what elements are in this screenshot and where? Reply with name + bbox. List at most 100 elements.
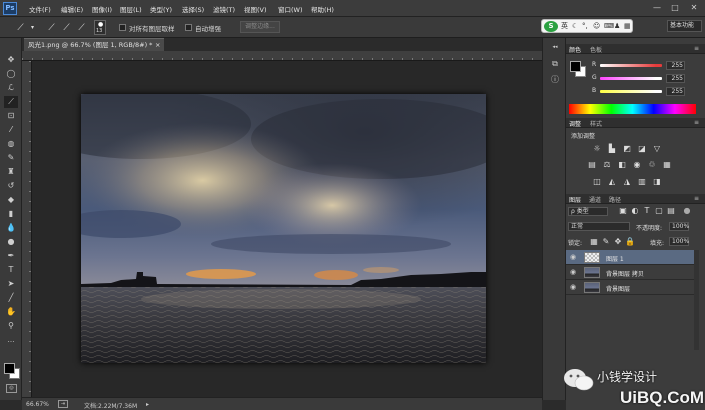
history-brush-tool-icon[interactable]: ↺ <box>4 180 18 192</box>
brightness-icon[interactable]: ☼ <box>592 144 602 154</box>
foreground-color-swatch[interactable] <box>4 363 15 374</box>
menu-select[interactable]: 选择(S) <box>182 4 204 14</box>
color-spectrum[interactable] <box>569 104 696 114</box>
tab-styles[interactable]: 样式 <box>590 119 602 128</box>
zoom-level[interactable]: 66.67% <box>26 401 49 408</box>
tab-channels[interactable]: 通道 <box>589 195 601 204</box>
dodge-tool-icon[interactable]: ● <box>4 236 18 248</box>
menu-image[interactable]: 图像(I) <box>92 4 112 14</box>
green-value[interactable]: 255 <box>666 74 685 83</box>
tool-preset-dropdown-icon[interactable]: ▾ <box>26 22 39 34</box>
tab-swatches[interactable]: 色板 <box>590 45 602 54</box>
filter-shape-icon[interactable]: ▢ <box>654 206 664 216</box>
vibrance-icon[interactable]: ▽ <box>652 144 662 154</box>
refine-edge-button[interactable]: 调整边缘... <box>240 21 280 33</box>
blue-slider[interactable] <box>600 90 662 93</box>
status-menu-arrow-icon[interactable]: ▸ <box>146 401 149 408</box>
punctuation-icon[interactable]: °, <box>582 21 588 32</box>
red-value[interactable]: 255 <box>666 61 685 70</box>
restore-button[interactable]: □ <box>669 3 681 13</box>
layer-row-layer1[interactable]: ◉ 图层 1 <box>566 250 694 265</box>
layers-scrollbar[interactable] <box>694 250 699 350</box>
red-slider[interactable] <box>600 64 662 67</box>
green-slider[interactable] <box>600 77 662 80</box>
layer-row-background-copy[interactable]: ◉ 背景图层 拷贝 <box>566 265 694 280</box>
tab-adjustments[interactable]: 调整 <box>569 119 581 128</box>
blur-tool-icon[interactable]: 💧 <box>4 222 18 234</box>
document-tab[interactable]: 风光1.png @ 66.7% (图层 1, RGB/8#) * × <box>24 38 164 51</box>
subtract-selection-icon[interactable]: ⟋ <box>75 22 88 34</box>
menu-help[interactable]: 帮助(H) <box>311 4 334 14</box>
history-panel-icon[interactable]: ⧉ <box>549 58 561 69</box>
lock-pixels-icon[interactable]: ✎ <box>601 237 611 247</box>
menu-layer[interactable]: 图层(L) <box>120 4 142 14</box>
move-tool-icon[interactable]: ✥ <box>4 54 18 66</box>
color-lookup-icon[interactable]: ▦ <box>662 160 672 170</box>
adjust-menu-icon[interactable]: ≡ <box>694 119 699 126</box>
ime-language[interactable]: 英 <box>561 21 568 32</box>
panel-menu-icon[interactable]: ≡ <box>694 45 699 52</box>
selective-color-icon[interactable]: ◨ <box>652 177 662 187</box>
menu-edit[interactable]: 编辑(E) <box>61 4 83 14</box>
layer-filter-select[interactable]: ρ 类型 <box>568 207 608 216</box>
sample-all-layers-checkbox[interactable] <box>119 24 126 31</box>
channel-mixer-icon[interactable]: ♲ <box>647 160 657 170</box>
new-selection-icon[interactable]: ⟋ <box>45 22 58 34</box>
user-icon[interactable]: ♟ <box>614 21 620 32</box>
auto-enhance-checkbox[interactable] <box>185 24 192 31</box>
blue-value[interactable]: 255 <box>666 87 685 96</box>
moon-icon[interactable]: ☾ <box>572 21 578 32</box>
fill-input[interactable]: 100% <box>669 237 689 246</box>
keyboard-icon[interactable]: ⌨ <box>604 21 614 32</box>
close-document-icon[interactable]: × <box>155 39 160 51</box>
eraser-tool-icon[interactable]: ◆ <box>4 194 18 206</box>
filter-adjust-icon[interactable]: ◐ <box>630 206 640 216</box>
emoji-icon[interactable]: ☺ <box>593 21 600 32</box>
gradient-tool-icon[interactable]: ▮ <box>4 208 18 220</box>
curves-icon[interactable]: ◩ <box>622 144 632 154</box>
sogou-logo[interactable]: S <box>544 21 558 32</box>
layer-row-background[interactable]: ◉ 背景图层 <box>566 280 694 295</box>
shape-tool-icon[interactable]: ╱ <box>4 292 18 304</box>
gradient-map-icon[interactable]: ▥ <box>637 177 647 187</box>
collapse-strip-icon[interactable]: ◂◂ <box>549 42 561 53</box>
add-to-selection-icon[interactable]: ⟋ <box>60 22 73 34</box>
levels-icon[interactable]: ▙ <box>607 144 617 154</box>
menu-filter[interactable]: 滤镜(T) <box>213 4 235 14</box>
quick-mask-icon[interactable]: ◎ <box>6 384 17 393</box>
minimize-button[interactable]: — <box>651 3 663 13</box>
hand-tool-icon[interactable]: ✋ <box>4 306 18 318</box>
visibility-eye-icon[interactable]: ◉ <box>570 268 578 276</box>
path-selection-tool-icon[interactable]: ➤ <box>4 278 18 290</box>
brush-size-picker[interactable]: ● 13 <box>94 20 106 35</box>
layer-name[interactable]: 背景图层 <box>606 284 630 293</box>
visibility-eye-icon[interactable]: ◉ <box>570 283 578 291</box>
black-white-icon[interactable]: ◧ <box>617 160 627 170</box>
color-fg-swatch[interactable] <box>570 61 581 72</box>
type-tool-icon[interactable]: T <box>4 264 18 276</box>
lock-transparent-icon[interactable]: ▦ <box>589 237 599 247</box>
more-tools-icon[interactable]: … <box>4 334 18 346</box>
quick-selection-tool-icon[interactable]: ⟋ <box>4 96 18 108</box>
menu-view[interactable]: 视图(V) <box>244 4 267 14</box>
tab-layers[interactable]: 图层 <box>569 195 581 204</box>
menu-window[interactable]: 窗口(W) <box>278 4 303 14</box>
invert-icon[interactable]: ◫ <box>592 177 602 187</box>
info-panel-icon[interactable]: ⓘ <box>549 74 561 85</box>
landscape-photo[interactable] <box>81 94 486 363</box>
lock-all-icon[interactable]: 🔒 <box>625 237 635 247</box>
healing-brush-tool-icon[interactable]: ◍ <box>4 138 18 150</box>
threshold-icon[interactable]: ◮ <box>622 177 632 187</box>
zoom-tool-icon[interactable]: ⚲ <box>4 320 18 332</box>
filter-pixel-icon[interactable]: ▣ <box>618 206 628 216</box>
export-icon[interactable]: ⇥ <box>58 400 68 408</box>
pen-tool-icon[interactable]: ✒ <box>4 250 18 262</box>
lock-position-icon[interactable]: ✥ <box>613 237 623 247</box>
exposure-icon[interactable]: ◪ <box>637 144 647 154</box>
hue-saturation-icon[interactable]: ▤ <box>587 160 597 170</box>
blend-mode-select[interactable]: 正常 <box>568 222 630 231</box>
color-balance-icon[interactable]: ⚖ <box>602 160 612 170</box>
visibility-eye-icon[interactable]: ◉ <box>570 253 578 261</box>
menu-file[interactable]: 文件(F) <box>29 4 51 14</box>
layer-name[interactable]: 图层 1 <box>606 254 624 263</box>
